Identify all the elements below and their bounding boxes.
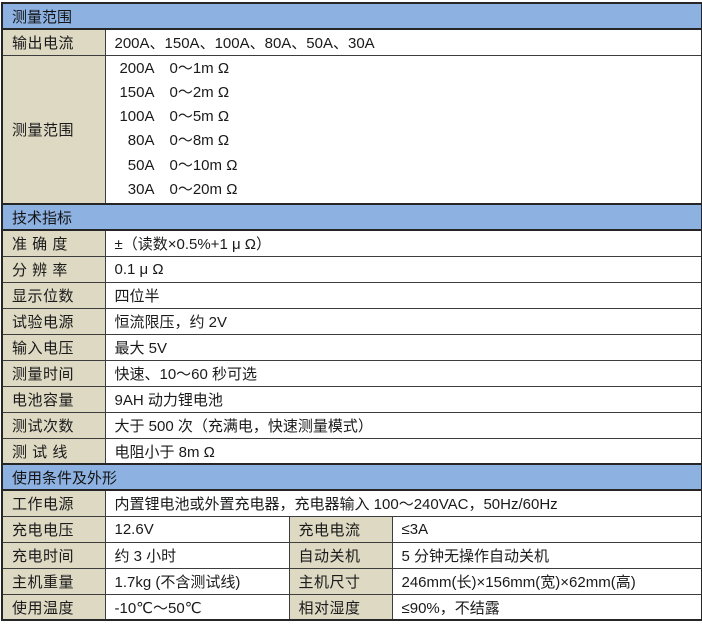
- range-line: 80A 0～8m Ω: [115, 129, 693, 153]
- row-label-display-digits: 显示位数: [2, 282, 105, 308]
- range-line: 30A 0～20m Ω: [115, 178, 693, 202]
- range-current: 150A: [115, 81, 155, 105]
- range-current: 50A: [115, 154, 155, 178]
- row-value-relative-humidity: ≤90%，不结露: [392, 594, 702, 620]
- table-row: 显示位数 四位半: [2, 282, 702, 308]
- row-value-resolution: 0.1 μ Ω: [105, 256, 702, 282]
- row-label-battery-capacity: 电池容量: [2, 386, 105, 412]
- row-label-operating-temp: 使用温度: [2, 594, 105, 620]
- range-line: 150A 0～2m Ω: [115, 81, 693, 105]
- table-row: 测量时间 快速、10～60 秒可选: [2, 360, 702, 386]
- row-label-measure-range: 测量范围: [2, 55, 105, 204]
- table-row: 测试次数 大于 500 次（充满电，快速测量模式）: [2, 412, 702, 438]
- row-label-auto-shutdown: 自动关机: [289, 542, 392, 568]
- row-label-relative-humidity: 相对湿度: [289, 594, 392, 620]
- row-value-auto-shutdown: 5 分钟无操作自动关机: [392, 542, 702, 568]
- row-value-charge-current: ≤3A: [392, 516, 702, 542]
- row-label-accuracy: 准 确 度: [2, 230, 105, 256]
- range-current: 200A: [115, 57, 155, 81]
- row-label-test-power: 试验电源: [2, 308, 105, 334]
- row-value-host-weight: 1.7kg (不含测试线): [105, 568, 289, 594]
- row-value-measure-range: 200A 0～1m Ω 150A 0～2m Ω 100A 0～5m Ω 80A 0～8m…: [105, 55, 702, 204]
- row-value-test-count: 大于 500 次（充满电，快速测量模式）: [105, 412, 702, 438]
- range-line: 100A 0～5m Ω: [115, 105, 693, 129]
- row-value-test-power: 恒流限压，约 2V: [105, 308, 702, 334]
- row-label-measure-time: 测量时间: [2, 360, 105, 386]
- row-value-working-power: 内置锂电池或外置充电器，充电器输入 100～240VAC，50Hz/60Hz: [105, 490, 702, 516]
- row-value-measure-time: 快速、10～60 秒可选: [105, 360, 702, 386]
- row-value-host-size: 246mm(长)×156mm(宽)×62mm(高): [392, 568, 702, 594]
- row-label-charge-time: 充电时间: [2, 542, 105, 568]
- section-usage-conditions: 使用条件及外形: [2, 464, 702, 490]
- row-value-output-current: 200A、150A、100A、80A、50A、30A: [105, 29, 702, 55]
- row-label-host-weight: 主机重量: [2, 568, 105, 594]
- row-value-test-leads: 电阻小于 8m Ω: [105, 438, 702, 464]
- row-label-working-power: 工作电源: [2, 490, 105, 516]
- table-row: 工作电源 内置锂电池或外置充电器，充电器输入 100～240VAC，50Hz/6…: [2, 490, 702, 516]
- section-tech-specs: 技术指标: [2, 204, 702, 230]
- range-ohms: 0～2m Ω: [170, 84, 230, 101]
- row-label-test-count: 测试次数: [2, 412, 105, 438]
- table-row: 输出电流 200A、150A、100A、80A、50A、30A: [2, 29, 702, 55]
- range-ohms: 0～20m Ω: [170, 181, 238, 198]
- row-value-charge-voltage: 12.6V: [105, 516, 289, 542]
- range-current: 30A: [115, 178, 155, 202]
- range-current: 100A: [115, 105, 155, 129]
- row-label-output-current: 输出电流: [2, 29, 105, 55]
- row-value-operating-temp: -10℃～50℃: [105, 594, 289, 620]
- range-ohms: 0～5m Ω: [170, 108, 230, 125]
- section-header-measure-range: 测量范围: [2, 3, 702, 29]
- range-current: 80A: [115, 129, 155, 153]
- table-row: 准 确 度 ±（读数×0.5%+1 μ Ω）: [2, 230, 702, 256]
- range-line: 200A 0～1m Ω: [115, 57, 693, 81]
- table-row: 测 试 线 电阻小于 8m Ω: [2, 438, 702, 464]
- range-line: 50A 0～10m Ω: [115, 154, 693, 178]
- row-label-charge-current: 充电电流: [289, 516, 392, 542]
- table-row: 分 辨 率 0.1 μ Ω: [2, 256, 702, 282]
- row-value-battery-capacity: 9AH 动力锂电池: [105, 386, 702, 412]
- section-header-tech-specs: 技术指标: [2, 204, 702, 230]
- row-label-charge-voltage: 充电电压: [2, 516, 105, 542]
- table-row: 充电时间 约 3 小时 自动关机 5 分钟无操作自动关机: [2, 542, 702, 568]
- row-value-charge-time: 约 3 小时: [105, 542, 289, 568]
- spec-sheet-page: 测量范围 输出电流 200A、150A、100A、80A、50A、30A 测量范…: [0, 0, 702, 631]
- table-row: 测量范围 200A 0～1m Ω 150A 0～2m Ω 100A 0～5m Ω 80…: [2, 55, 702, 204]
- row-label-test-leads: 测 试 线: [2, 438, 105, 464]
- row-label-input-voltage: 输入电压: [2, 334, 105, 360]
- row-label-host-size: 主机尺寸: [289, 568, 392, 594]
- row-value-input-voltage: 最大 5V: [105, 334, 702, 360]
- table-row: 主机重量 1.7kg (不含测试线) 主机尺寸 246mm(长)×156mm(宽…: [2, 568, 702, 594]
- range-ohms: 0～1m Ω: [170, 60, 230, 77]
- section-header-usage-conditions: 使用条件及外形: [2, 464, 702, 490]
- row-label-resolution: 分 辨 率: [2, 256, 105, 282]
- spec-table: 测量范围 输出电流 200A、150A、100A、80A、50A、30A 测量范…: [1, 2, 702, 621]
- table-row: 充电电压 12.6V 充电电流 ≤3A: [2, 516, 702, 542]
- table-row: 使用温度 -10℃～50℃ 相对湿度 ≤90%，不结露: [2, 594, 702, 620]
- range-ohms: 0～8m Ω: [170, 132, 230, 149]
- row-value-accuracy: ±（读数×0.5%+1 μ Ω）: [105, 230, 702, 256]
- section-measure-range: 测量范围: [2, 3, 702, 29]
- table-row: 电池容量 9AH 动力锂电池: [2, 386, 702, 412]
- range-ohms: 0～10m Ω: [170, 157, 238, 174]
- table-row: 输入电压 最大 5V: [2, 334, 702, 360]
- table-row: 试验电源 恒流限压，约 2V: [2, 308, 702, 334]
- row-value-display-digits: 四位半: [105, 282, 702, 308]
